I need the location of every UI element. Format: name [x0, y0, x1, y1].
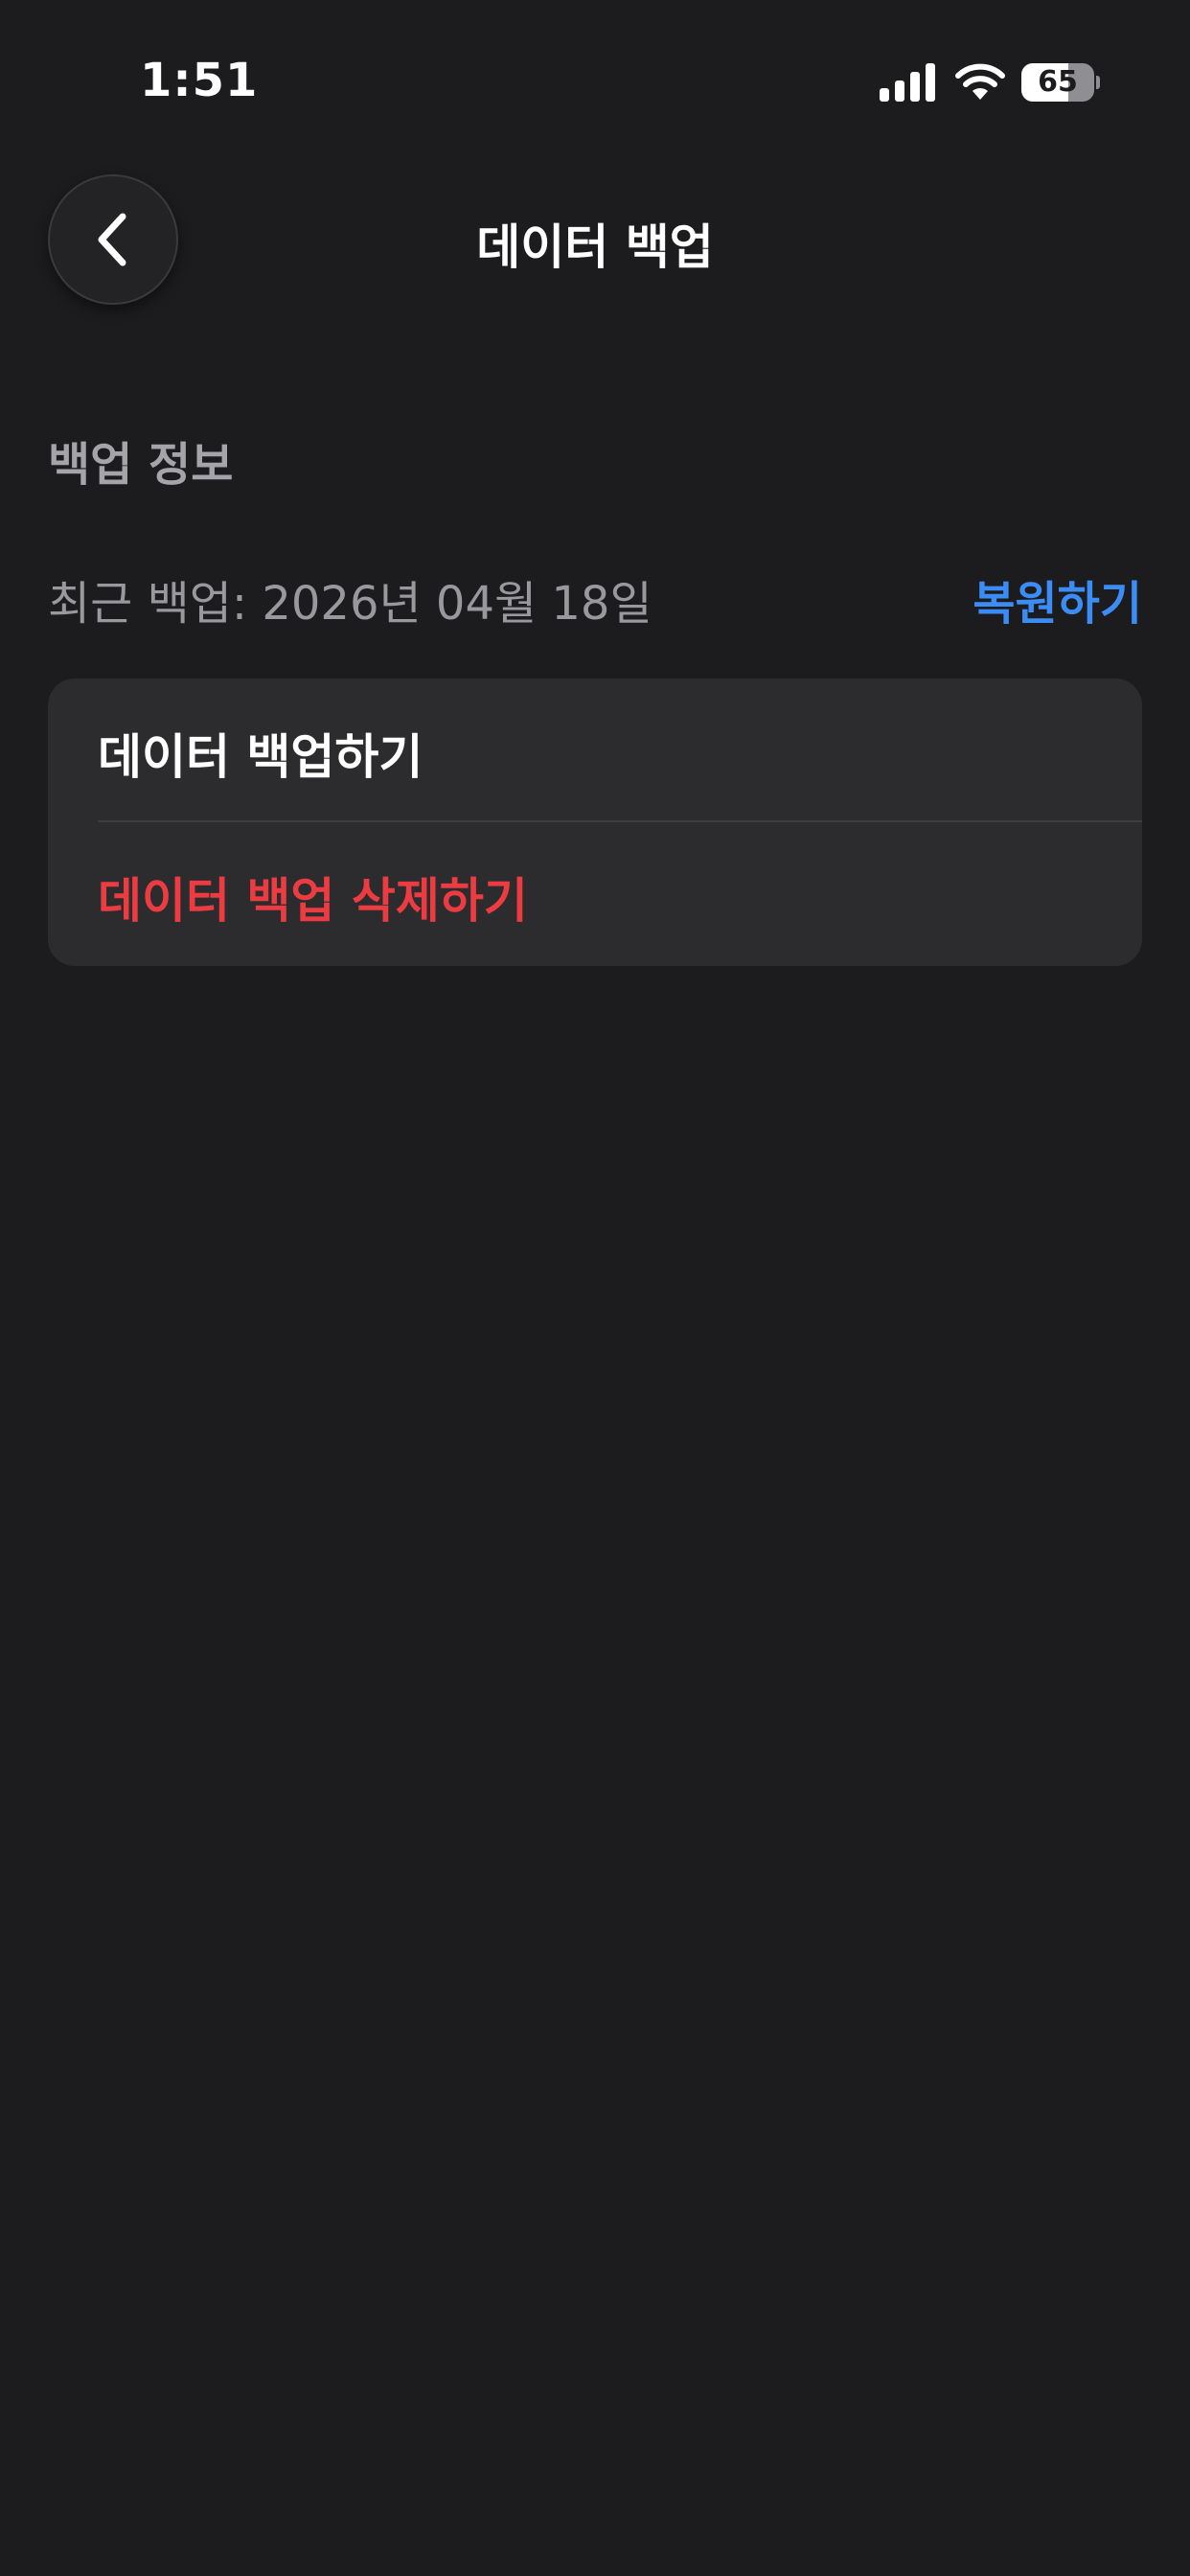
battery-percent: 65	[1038, 65, 1078, 99]
backup-data-button[interactable]: 데이터 백업하기	[48, 678, 1142, 822]
status-bar: 1:51 65	[0, 0, 1190, 144]
backup-data-label: 데이터 백업하기	[98, 729, 423, 785]
delete-backup-button[interactable]: 데이터 백업 삭제하기	[48, 822, 1142, 966]
backup-info-row: 최근 백업: 2026년 04월 18일 복원하기	[48, 565, 1142, 632]
last-backup-date: 최근 백업: 2026년 04월 18일	[48, 577, 652, 631]
navigation-bar: 데이터 백업	[0, 163, 1190, 316]
delete-backup-label: 데이터 백업 삭제하기	[98, 873, 528, 929]
signal-icon	[880, 63, 935, 102]
section-header-backup-info: 백업 정보	[48, 438, 234, 492]
wifi-icon	[955, 63, 1005, 100]
status-icons: 65	[880, 63, 1100, 102]
restore-button[interactable]: 복원하기	[973, 565, 1142, 632]
page-title: 데이터 백업	[476, 219, 714, 275]
status-time: 1:51	[140, 54, 259, 107]
backup-actions-card: 데이터 백업하기 데이터 백업 삭제하기	[48, 678, 1142, 966]
battery-icon: 65	[1021, 63, 1100, 102]
